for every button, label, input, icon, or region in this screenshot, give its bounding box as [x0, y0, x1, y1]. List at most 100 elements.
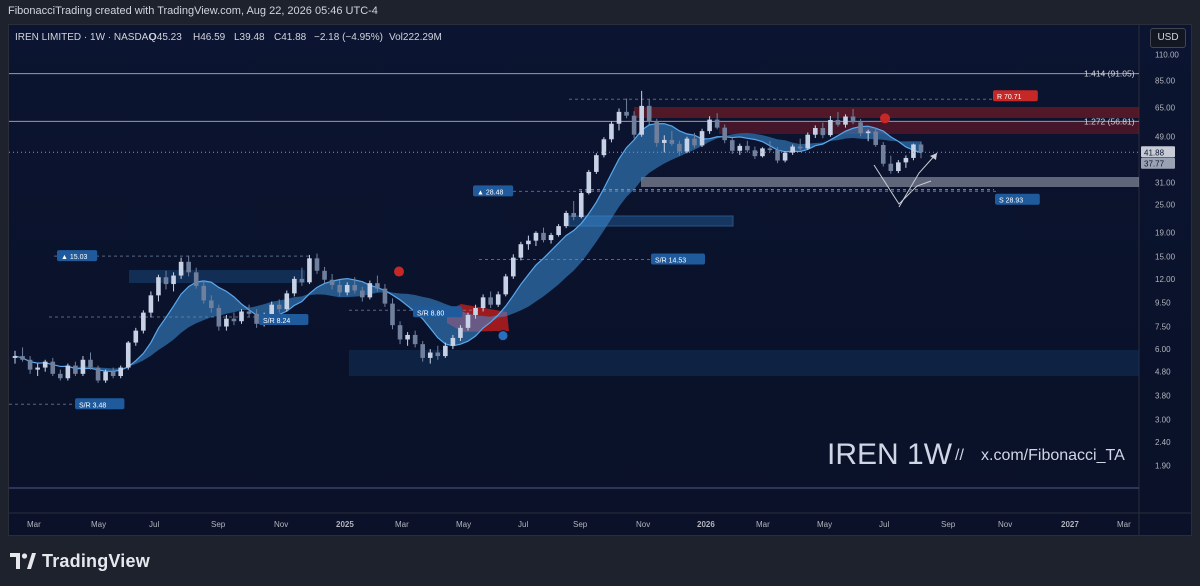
legend-low: L39.48 [234, 32, 265, 43]
candle-body [125, 342, 131, 368]
candle-body [299, 278, 305, 283]
candle-body [594, 155, 599, 172]
sr-label-2848-text: ▲ 28.48 [477, 189, 503, 196]
sr-label-1453-text: S/R 14.53 [655, 257, 686, 264]
candle-body [156, 277, 161, 296]
candle-body [888, 163, 894, 172]
time-tick-label: 2027 [1061, 520, 1079, 529]
candle-body [813, 128, 818, 135]
time-tick-label: May [456, 520, 471, 529]
price-tick-label: 7.50 [1155, 322, 1171, 331]
candle-body [745, 145, 750, 151]
price-tick-label: 19.00 [1155, 228, 1176, 237]
time-tick-label: Mar [395, 520, 409, 529]
time-tick-label: 2025 [336, 520, 354, 529]
time-tick-label: Mar [756, 520, 770, 529]
time-tick-label: Sep [573, 520, 588, 529]
candle-body [662, 139, 667, 143]
candle-body [896, 162, 901, 172]
candle-body [231, 318, 237, 322]
candle-body [775, 150, 780, 161]
candle-body [714, 119, 720, 128]
price-tick-label: 1.90 [1155, 462, 1171, 471]
candle-body [503, 276, 509, 295]
support-badge-text: S 28.93 [999, 198, 1023, 205]
candle-body [669, 139, 675, 144]
tradingview-logo[interactable]: TradingView [10, 551, 150, 572]
watermark-handle: x.com/Fibonacci_TA [981, 447, 1125, 464]
time-tick-label: Nov [998, 520, 1012, 529]
candle-body [918, 144, 924, 153]
candle-body [843, 116, 848, 125]
candle-body [820, 128, 826, 136]
band-low-label: 37.77 [1144, 160, 1165, 169]
candle-body [427, 352, 433, 358]
time-tick-label: Sep [211, 520, 226, 529]
candle-body [12, 356, 18, 358]
candle-body [828, 119, 833, 136]
price-tick-label: 4.80 [1155, 368, 1171, 377]
candle-body [80, 359, 86, 374]
legend-high: H46.59 [193, 32, 226, 43]
candle-body [790, 146, 795, 153]
time-tick-label: Mar [27, 520, 41, 529]
candle-body [511, 257, 516, 277]
candle-body [110, 371, 116, 377]
candle-body [609, 123, 614, 140]
candle-body [329, 279, 335, 285]
support-marker-dot [497, 330, 509, 342]
price-tick-label: 12.00 [1155, 275, 1176, 284]
time-tick-label: Sep [941, 520, 956, 529]
candle-body [292, 278, 297, 294]
candle-body [835, 119, 841, 125]
legend-volume: Vol222.29M [389, 32, 442, 43]
candle-body [367, 283, 373, 298]
legend-change: −2.18 (−4.95%) [314, 32, 383, 43]
candle-body [737, 145, 743, 151]
resistance-marker-dot [880, 113, 890, 124]
candle-body [307, 258, 312, 283]
candle-body [526, 240, 531, 245]
candle-body [186, 261, 191, 273]
candle-body [269, 304, 274, 316]
demand-zone [349, 350, 1139, 376]
candle-body [518, 244, 524, 258]
candle-body [903, 157, 909, 163]
candle-body [254, 313, 259, 324]
candle-body [488, 297, 493, 305]
candle-body [148, 295, 154, 313]
candle-body [375, 283, 380, 289]
candle-body [405, 334, 410, 340]
legend-close: C41.88 [274, 32, 307, 43]
time-tick-label: Jul [518, 520, 528, 529]
legend-open: O45.23 [149, 32, 182, 43]
candle-body [858, 122, 863, 134]
currency-button[interactable]: USD [1150, 28, 1186, 48]
time-tick-label: Nov [274, 520, 288, 529]
time-tick-label: Jul [149, 520, 159, 529]
candle-body [480, 297, 486, 309]
candle-body [767, 148, 773, 151]
candle-body [284, 293, 290, 310]
candle-body [58, 373, 63, 379]
candle-body [322, 270, 327, 280]
tradingview-wordmark: TradingView [42, 551, 150, 571]
fib-level-label: 1.272 (56.81) [1084, 116, 1135, 126]
candle-body [752, 150, 758, 157]
candle-body [458, 327, 463, 338]
candle-body [548, 235, 554, 241]
candle-body [541, 232, 546, 241]
last-price-label: 41.88 [1144, 148, 1165, 157]
chart-pane[interactable]: IREN LIMITED · 1W · NASDAQ O45.23 H46.59… [8, 24, 1192, 536]
candle-body [707, 119, 712, 132]
candle-body [50, 361, 56, 374]
price-chart[interactable]: IREN LIMITED · 1W · NASDAQ O45.23 H46.59… [9, 25, 1192, 536]
attribution-text: FibonacciTrading created with TradingVie… [8, 5, 378, 17]
candle-body [873, 131, 878, 145]
candle-body [246, 311, 252, 314]
price-tick-label: 6.00 [1155, 345, 1171, 354]
candle-body [420, 344, 425, 358]
price-tick-label: 2.40 [1155, 438, 1171, 447]
price-tick-label: 110.00 [1155, 50, 1179, 59]
candle-body [646, 105, 652, 122]
